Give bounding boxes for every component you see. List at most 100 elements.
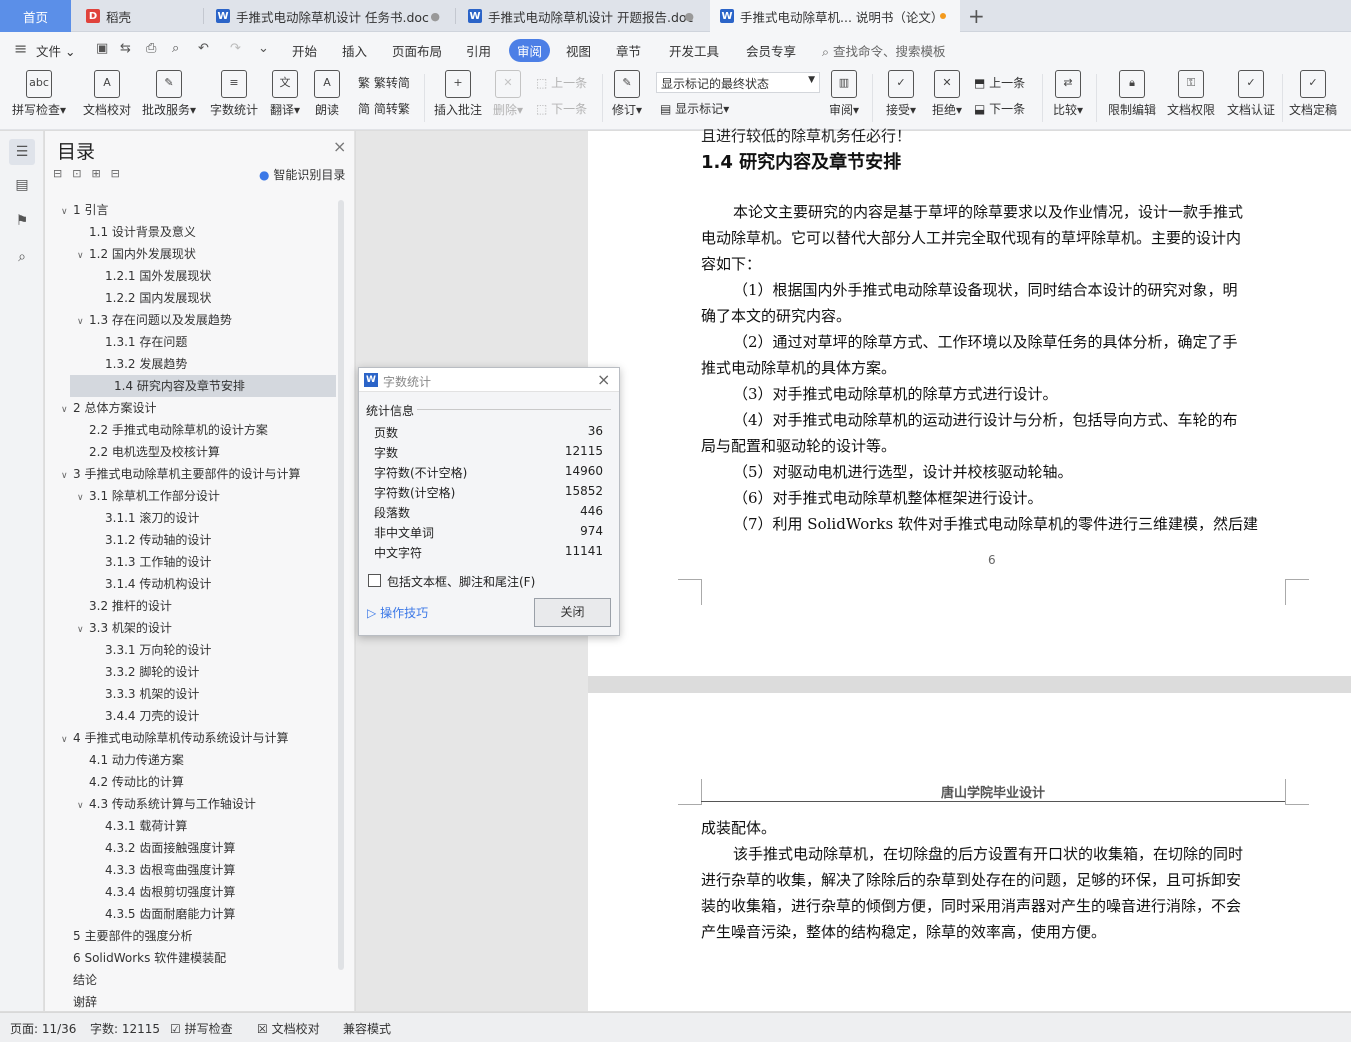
next-change-button[interactable]: ⬓ 下一条 (974, 100, 1025, 117)
share-icon[interactable]: ⇆ (120, 41, 131, 56)
toc-item[interactable]: ∨ 1.2 国内外发展现状 (77, 243, 196, 265)
chevron-down-icon[interactable]: ∨ (61, 201, 73, 223)
toc-item[interactable]: 6 SolidWorks 软件建模装配 (61, 947, 226, 969)
toc-item[interactable]: 1.2.1 国外发展现状 (93, 265, 211, 287)
document-page[interactable]: 且进行较低的除草机务任必行！ 1.4 研究内容及章节安排 本论文主要研究的内容是… (588, 127, 1351, 676)
tab-home[interactable]: 首页 (0, 0, 71, 32)
close-button[interactable]: 关闭 (534, 598, 611, 627)
tab-task-doc[interactable]: W 手推式电动除草机设计 任务书.doc ● (206, 0, 452, 32)
more-icon[interactable]: ⌄ (258, 41, 269, 56)
trad-to-simp-button[interactable]: 繁 繁转简 (358, 74, 410, 91)
accept-button[interactable]: ✓ 接受▾ (882, 70, 920, 118)
revise-button[interactable]: ✎ 修订▾ (610, 70, 644, 118)
remove-icon[interactable]: ⊟ (111, 167, 130, 180)
toc-item[interactable]: 1.2.2 国内发展现状 (93, 287, 211, 309)
chevron-down-icon[interactable]: ∨ (77, 795, 89, 817)
read-aloud-button[interactable]: A 朗读 (312, 70, 342, 118)
close-icon[interactable]: × (333, 137, 346, 156)
toc-item[interactable]: 谢辞 (61, 991, 97, 1013)
doc-check-button[interactable]: A 文档校对 (80, 70, 134, 118)
menu-file[interactable]: 文件 ⌄ (36, 41, 75, 60)
menu-review[interactable]: 审阅 (509, 39, 551, 62)
chevron-down-icon[interactable]: ∨ (77, 487, 89, 509)
bookmark-icon[interactable]: ⚑ (12, 213, 32, 233)
expand-up-icon[interactable]: ⊡ (72, 167, 91, 180)
spell-check-status[interactable]: ☑ 拼写检查 (170, 1020, 233, 1037)
doc-cert-button[interactable]: ✓ 文档认证 (1224, 70, 1278, 118)
prev-comment-button[interactable]: ⬚ 上一条 (536, 74, 587, 91)
chevron-down-icon[interactable]: ∨ (77, 311, 89, 333)
hamburger-icon[interactable]: ≡ (14, 39, 27, 58)
batch-service-button[interactable]: ✎ 批改服务▾ (140, 70, 198, 118)
doc-check-status[interactable]: ☒ 文档校对 (257, 1020, 320, 1037)
doc-permission-button[interactable]: ⚿ 文档权限 (1164, 70, 1218, 118)
collapse-icon[interactable]: ⊟ (53, 167, 72, 180)
page-indicator[interactable]: 页面: 11/36 (10, 1020, 76, 1037)
toc-icon[interactable]: ☰ (9, 139, 35, 165)
toc-item[interactable]: 3.4.4 刀壳的设计 (93, 705, 199, 727)
toc-item[interactable]: 3.3.3 机架的设计 (93, 683, 199, 705)
search-icon[interactable]: ⌕ (12, 249, 32, 269)
toc-item[interactable]: 3.3.2 脚轮的设计 (93, 661, 199, 683)
toc-item[interactable]: 3.1.1 滚刀的设计 (93, 507, 199, 529)
spell-check-button[interactable]: abc 拼写检查▾ (8, 70, 70, 118)
menu-layout[interactable]: 页面布局 (392, 41, 442, 60)
toc-item[interactable]: ∨ 3.1 除草机工作部分设计 (77, 485, 220, 507)
reject-button[interactable]: ✕ 拒绝▾ (928, 70, 966, 118)
toc-item[interactable]: ∨ 2 总体方案设计 (61, 397, 156, 419)
chevron-down-icon[interactable]: ∨ (77, 245, 89, 267)
delete-comment-button[interactable]: ✕ 删除▾ (490, 70, 526, 118)
toc-item[interactable]: 4.3.5 齿面耐磨能力计算 (93, 903, 235, 925)
toc-item[interactable]: 1.1 设计背景及意义 (77, 221, 196, 243)
tab-daoke[interactable]: D 稻壳 (76, 0, 200, 32)
toc-item[interactable]: ∨ 4.3 传动系统计算与工作轴设计 (77, 793, 256, 815)
redo-icon[interactable]: ↷ (230, 41, 241, 56)
prev-change-button[interactable]: ⬒ 上一条 (974, 74, 1025, 91)
toc-item[interactable]: 1.3.1 存在问题 (93, 331, 187, 353)
close-icon[interactable]: ● (430, 10, 440, 23)
toc-item[interactable]: ∨ 1.3 存在问题以及发展趋势 (77, 309, 232, 331)
toc-item[interactable]: 4.1 动力传递方案 (77, 749, 184, 771)
toc-scrollbar[interactable] (338, 200, 344, 970)
doc-finalize-button[interactable]: ✓ 文档定稿 (1286, 70, 1340, 118)
insert-comment-button[interactable]: + 插入批注 (432, 70, 484, 118)
toc-item[interactable]: 结论 (61, 969, 97, 991)
chapter-nav-icon[interactable]: ▤ (12, 177, 32, 197)
include-notes-checkbox[interactable] (368, 574, 381, 587)
word-count-indicator[interactable]: 字数: 12115 (90, 1020, 160, 1037)
menu-dev-tools[interactable]: 开发工具 (669, 41, 719, 60)
smart-toc-button[interactable]: ● 智能识别目录 (259, 166, 345, 183)
translate-button[interactable]: 文翻译▾ (266, 70, 304, 118)
compare-button[interactable]: ⇄ 比较▾ (1050, 70, 1086, 118)
menu-view[interactable]: 视图 (566, 41, 591, 60)
menu-chapter[interactable]: 章节 (616, 41, 641, 60)
command-search[interactable]: ⌕ 查找命令、搜索模板 (822, 41, 946, 60)
toc-item[interactable]: 3.1.3 工作轴的设计 (93, 551, 211, 573)
show-markup-button[interactable]: ▤ 显示标记▾ (660, 100, 729, 117)
toc-item[interactable]: 4.3.4 齿根剪切强度计算 (93, 881, 235, 903)
toc-item[interactable]: 4.3.1 载荷计算 (93, 815, 187, 837)
document-page-next[interactable]: 唐山学院毕业设计 成装配体。 该手推式电动除草机，在切除盘的后方设置有开口状的收集… (588, 693, 1351, 1011)
toc-item[interactable]: 3.1.4 传动机构设计 (93, 573, 211, 595)
toc-item[interactable]: 1.4 研究内容及章节安排 (70, 375, 336, 397)
menu-start[interactable]: 开始 (292, 41, 317, 60)
toc-item[interactable]: 2.2 手推式电动除草机的设计方案 (77, 419, 268, 441)
markup-state-select[interactable]: 显示标记的最终状态 ▼ (656, 72, 820, 93)
menu-reference[interactable]: 引用 (466, 41, 491, 60)
toc-item[interactable]: 4.2 传动比的计算 (77, 771, 184, 793)
toc-item[interactable]: 4.3.3 齿根弯曲强度计算 (93, 859, 235, 881)
toc-item[interactable]: ∨ 1 引言 (61, 199, 108, 221)
toc-item[interactable]: 2.2 电机选型及校核计算 (77, 441, 220, 463)
new-tab-icon[interactable]: + (968, 4, 985, 28)
toc-item[interactable]: ∨ 3.3 机架的设计 (77, 617, 172, 639)
save-icon[interactable]: ▣ (96, 41, 108, 56)
simp-to-trad-button[interactable]: 简 简转繁 (358, 100, 410, 117)
close-icon[interactable]: ● (684, 10, 694, 23)
toc-item[interactable]: 1.3.2 发展趋势 (93, 353, 187, 375)
tab-report-doc[interactable]: W 手推式电动除草机设计 开题报告.doc ● (458, 0, 706, 32)
menu-insert[interactable]: 插入 (342, 41, 367, 60)
tips-link[interactable]: ▷ 操作技巧 (367, 604, 428, 621)
undo-icon[interactable]: ↶ (198, 41, 209, 56)
add-icon[interactable]: ⊞ (91, 167, 110, 180)
menu-member[interactable]: 会员专享 (746, 41, 796, 60)
